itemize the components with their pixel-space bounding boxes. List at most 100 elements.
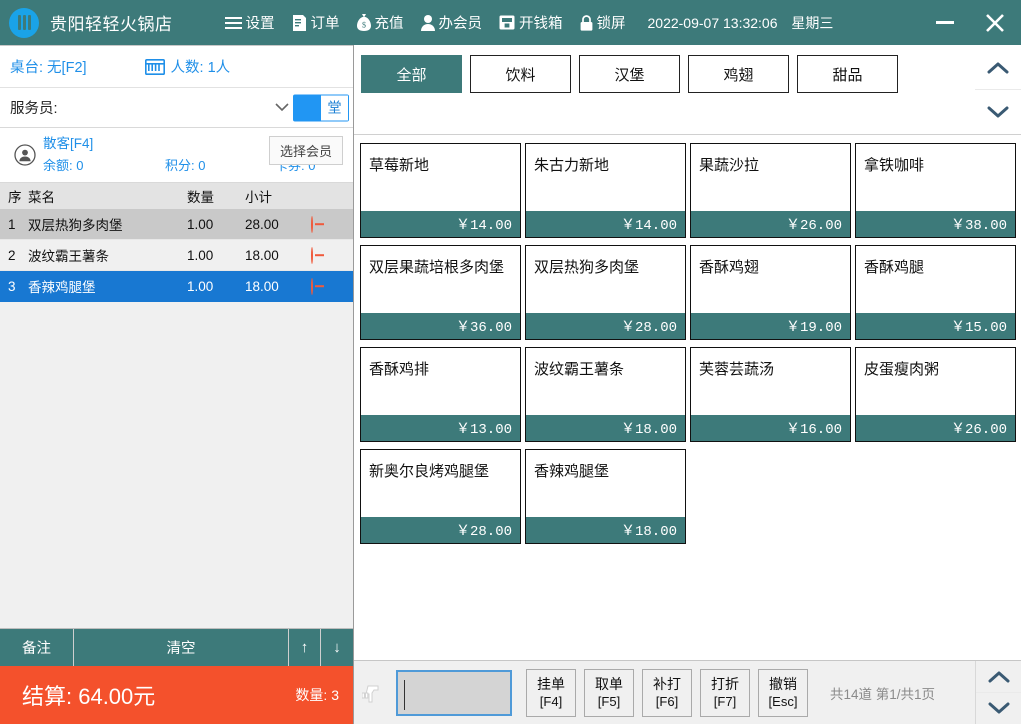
function-button-key: [F7] (713, 693, 737, 709)
order-table-header: 序 菜名 数量 小计 (0, 183, 353, 209)
product-name: 香酥鸡腿 (864, 259, 925, 276)
function-button[interactable]: 撤销 [Esc] (758, 668, 808, 717)
order-row-qty: 1.00 (187, 216, 214, 232)
menu-orders-label: 订单 (310, 16, 340, 32)
order-row[interactable]: 3 香辣鸡腿堡 1.00 18.00 (0, 271, 353, 302)
menu-recharge[interactable]: $ 充值 (356, 12, 404, 33)
server-row: 服务员: 堂 (0, 88, 353, 128)
category-scroll-up-button[interactable] (975, 45, 1021, 89)
menu-add-member-label: 办会员 (438, 16, 483, 32)
app-title: 贵阳轻轻火锅店 (50, 15, 173, 34)
product-card[interactable]: 香辣鸡腿堡 ￥18.00 (525, 449, 686, 544)
abacus-people-icon (144, 58, 165, 75)
function-button-key: [F4] (539, 693, 563, 709)
product-card[interactable]: 皮蛋瘦肉粥 ￥26.00 (855, 347, 1016, 442)
product-name: 朱古力新地 (534, 157, 610, 174)
product-price: ￥36.00 (361, 313, 520, 339)
page-down-button[interactable] (976, 692, 1021, 724)
chevron-down-icon[interactable] (275, 99, 289, 117)
product-card[interactable]: 香酥鸡翅 ￥19.00 (690, 245, 851, 340)
product-card[interactable]: 香酥鸡排 ￥13.00 (360, 347, 521, 442)
table-selector[interactable]: 桌台: 无[F2] (10, 56, 87, 77)
function-button[interactable]: 取单 [F5] (584, 668, 634, 717)
member-balance: 余额: 0 (43, 158, 84, 173)
barcode-input[interactable] (396, 669, 512, 716)
product-name: 草莓新地 (369, 157, 430, 174)
product-price: ￥18.00 (526, 517, 685, 543)
product-price: ￥26.00 (691, 211, 850, 237)
product-card[interactable]: 拿铁咖啡 ￥38.00 (855, 143, 1016, 238)
function-button-key: [Esc] (768, 693, 798, 709)
svg-text:$: $ (362, 21, 366, 30)
server-label: 服务员: (10, 101, 58, 117)
product-name: 新奥尔良烤鸡腿堡 (369, 463, 490, 480)
product-card[interactable]: 香酥鸡腿 ￥15.00 (855, 245, 1016, 340)
menu-lock-screen-label: 锁屏 (596, 16, 626, 32)
product-name: 果蔬沙拉 (699, 157, 760, 174)
category-tab[interactable]: 饮料 (470, 55, 571, 93)
product-price: ￥15.00 (856, 313, 1015, 339)
minus-circle-icon[interactable] (311, 277, 313, 295)
function-button[interactable]: 打折 [F7] (700, 668, 750, 717)
select-member-button[interactable]: 选择会员 (268, 136, 343, 165)
function-button[interactable]: 补打 [F6] (642, 668, 692, 717)
menu-settings-label: 设置 (245, 16, 275, 32)
utensils-logo-icon (9, 7, 39, 38)
settle-button[interactable]: 结算: 64.00元 数量: 3 (0, 666, 353, 724)
menu-lock-screen[interactable]: 锁屏 (580, 12, 626, 33)
category-scroll-down-button[interactable] (975, 89, 1021, 134)
product-card[interactable]: 双层热狗多肉堡 ￥28.00 (525, 245, 686, 340)
menu-orders[interactable]: 订单 (292, 12, 340, 33)
order-item-list[interactable]: 1 双层热狗多肉堡 1.00 28.00 2 波纹霸王薯条 1.00 18.00 3 香辣鸡腿堡 1… (0, 209, 353, 628)
product-card[interactable]: 新奥尔良烤鸡腿堡 ￥28.00 (360, 449, 521, 544)
product-card[interactable]: 芙蓉芸蔬汤 ￥16.00 (690, 347, 851, 442)
product-card[interactable]: 双层果蔬培根多肉堡 ￥36.00 (360, 245, 521, 340)
settle-total: 结算: 64.00元 (22, 684, 156, 709)
clear-button[interactable]: 清空 (74, 629, 289, 666)
order-row-subtotal: 18.00 (245, 247, 279, 263)
remark-button[interactable]: 备注 (0, 629, 74, 666)
product-name: 香酥鸡排 (369, 361, 430, 378)
product-card[interactable]: 草莓新地 ￥14.00 (360, 143, 521, 238)
product-name: 香酥鸡翅 (699, 259, 760, 276)
product-card[interactable]: 朱古力新地 ￥14.00 (525, 143, 686, 238)
product-price: ￥18.00 (526, 415, 685, 441)
function-button-label: 撤销 (769, 675, 797, 692)
function-buttons: 挂单 [F4] 取单 [F5] 补打 [F6] 打折 [F7] 撤销 [Esc] (526, 668, 808, 717)
order-row[interactable]: 2 波纹霸王薯条 1.00 18.00 (0, 240, 353, 271)
minus-circle-icon[interactable] (311, 246, 313, 264)
order-row-index: 1 (8, 216, 16, 232)
product-price: ￥28.00 (361, 517, 520, 543)
function-toolbar: 挂单 [F4] 取单 [F5] 补打 [F6] 打折 [F7] 撤销 [Esc] 共14道 第1/… (354, 660, 1021, 724)
minimize-button[interactable] (925, 0, 965, 45)
dine-in-toggle[interactable]: 堂 (293, 94, 349, 121)
page-up-button[interactable] (976, 661, 1021, 692)
category-tab[interactable]: 甜品 (797, 55, 898, 93)
order-row-qty: 1.00 (187, 278, 214, 294)
people-count[interactable]: 人数: 1人 (144, 56, 230, 77)
order-row[interactable]: 1 双层热狗多肉堡 1.00 28.00 (0, 209, 353, 240)
product-card[interactable]: 波纹霸王薯条 ￥18.00 (525, 347, 686, 442)
table-info-row: 桌台: 无[F2] 人数: 1人 (0, 46, 353, 88)
menu-settings[interactable]: 设置 (224, 12, 275, 33)
category-tab[interactable]: 鸡翅 (688, 55, 789, 93)
titlebar: 贵阳轻轻火锅店 设置 订单 $ 充值 办会员 开钱箱 锁屏 2022-09-07… (0, 0, 1021, 45)
minus-circle-icon[interactable] (311, 215, 313, 233)
product-price: ￥14.00 (526, 211, 685, 237)
menu-add-member[interactable]: 办会员 (420, 12, 483, 33)
member-points: 积分: 0 (165, 158, 206, 173)
arrow-down-icon[interactable]: ↓ (321, 629, 353, 666)
arrow-up-icon[interactable]: ↑ (289, 629, 321, 666)
close-button[interactable] (975, 0, 1015, 45)
product-card[interactable]: 果蔬沙拉 ￥26.00 (690, 143, 851, 238)
product-price: ￥19.00 (691, 313, 850, 339)
close-icon (986, 13, 1004, 32)
product-price: ￥14.00 (361, 211, 520, 237)
category-tab[interactable]: 全部 (361, 55, 462, 93)
order-row-index: 2 (8, 247, 16, 263)
function-button[interactable]: 挂单 [F4] (526, 668, 576, 717)
menu-panel: 全部 饮料 汉堡 鸡翅 甜品 草莓新地 ￥14.00 朱古力新地 ￥14.00 果蔬沙拉 ￥26.… (354, 45, 1021, 724)
menu-cash-drawer[interactable]: 开钱箱 (499, 12, 563, 33)
category-tab[interactable]: 汉堡 (579, 55, 680, 93)
product-name: 芙蓉芸蔬汤 (699, 361, 775, 378)
